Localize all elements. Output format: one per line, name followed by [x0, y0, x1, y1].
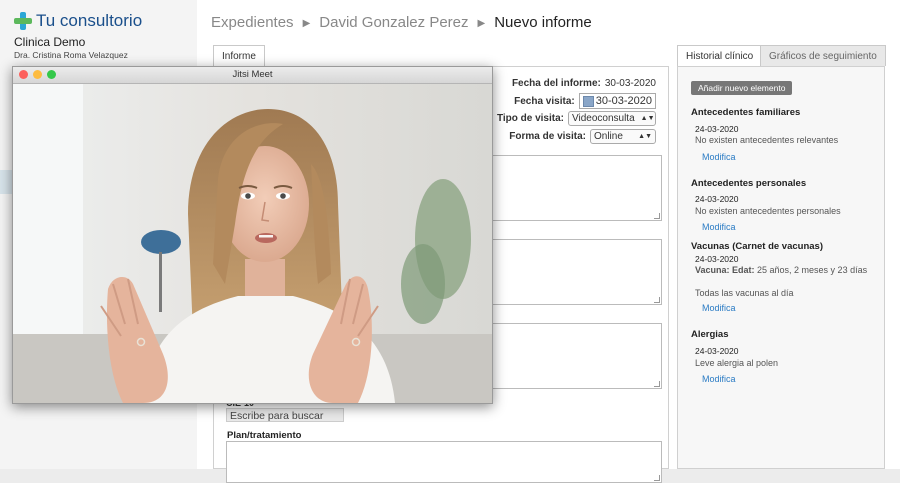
visit-mode-value: Online — [594, 130, 623, 142]
brand-logo[interactable]: Tu consultorio — [14, 11, 142, 31]
visit-type-label: Tipo de visita: — [496, 113, 564, 125]
clinic-name: Clinica Demo — [14, 35, 86, 49]
section-title: Antecedentes personales — [691, 178, 807, 189]
tab-informe[interactable]: Informe — [213, 45, 265, 67]
report-date-label: Fecha del informe: — [511, 78, 601, 90]
section-text: Leve alergia al polen — [695, 358, 779, 368]
visit-date-input[interactable]: 30-03-2020 — [578, 93, 656, 110]
chevron-right-icon: ▶ — [302, 18, 311, 29]
modify-link[interactable]: Modifica — [702, 222, 736, 232]
cie10-search-input[interactable]: Escribe para buscar — [226, 408, 344, 422]
breadcrumb-current: Nuevo informe — [494, 14, 592, 31]
jitsi-window[interactable]: Jitsi Meet — [12, 66, 493, 404]
visit-mode-label: Forma de visita: — [509, 130, 586, 142]
visit-mode-row: Forma de visita: Online ▲▼ — [497, 128, 656, 146]
jitsi-title-bar[interactable]: Jitsi Meet — [13, 67, 492, 84]
visit-type-select[interactable]: Videoconsulta ▲▼ — [568, 111, 656, 127]
calendar-icon[interactable] — [582, 95, 594, 107]
section-text: Vacuna: Edat: 25 años, 2 meses y 23 días — [695, 265, 870, 276]
select-arrows-icon: ▲▼ — [638, 132, 652, 140]
breadcrumb-patient[interactable]: David Gonzalez Perez — [319, 14, 468, 31]
video-participant-image — [13, 84, 492, 403]
modify-link[interactable]: Modifica — [702, 374, 736, 384]
section-date: 24-03-2020 — [695, 194, 739, 204]
breadcrumb: Expedientes ▶ David Gonzalez Perez ▶ Nuevo i… — [211, 14, 592, 31]
modify-link[interactable]: Modifica — [702, 152, 736, 162]
section-title: Antecedentes familiares — [691, 107, 801, 118]
brand-name: Tu consultorio — [36, 11, 143, 30]
plan-textarea[interactable] — [226, 441, 662, 483]
visit-date-value: 30-03-2020 — [595, 95, 652, 108]
medical-cross-icon — [14, 12, 32, 30]
select-arrows-icon: ▲▼ — [640, 115, 655, 123]
chevron-right-icon: ▶ — [477, 18, 486, 29]
plan-label: Plan/tratamiento — [227, 430, 302, 441]
report-date-value: 30-03-2020 — [604, 78, 656, 90]
report-date-row: Fecha del informe: 30-03-2020 — [497, 75, 656, 93]
vaccine-value: 25 años, 2 meses y 23 días — [754, 265, 868, 275]
visit-mode-select[interactable]: Online ▲▼ — [590, 128, 656, 144]
historial-panel: Añadir nuevo elemento Antecedentes famil… — [677, 66, 885, 469]
video-feed — [13, 84, 492, 403]
section-title: Alergias — [691, 329, 729, 340]
visit-date-label: Fecha visita: — [514, 95, 575, 107]
jitsi-window-title: Jitsi Meet — [232, 69, 273, 80]
section-date: 24-03-2020 — [695, 124, 739, 134]
add-element-button[interactable]: Añadir nuevo elemento — [691, 81, 793, 95]
section-date: 24-03-2020 — [695, 346, 739, 356]
visit-date-row: Fecha visita: 30-03-2020 — [497, 93, 656, 111]
tab-graficos-seguimiento[interactable]: Gráficos de seguimiento — [760, 45, 886, 66]
modify-link[interactable]: Modifica — [702, 303, 736, 313]
visit-fields: Fecha del informe: 30-03-2020 Fecha visi… — [497, 75, 656, 145]
sidebar-active-indicator — [0, 170, 12, 194]
vaccine-label: Vacuna: Edat: — [695, 265, 755, 275]
section-text: Todas las vacunas al día — [695, 288, 794, 298]
section-date: 24-03-2020 — [695, 254, 739, 264]
visit-type-row: Tipo de visita: Videoconsulta ▲▼ — [497, 110, 656, 128]
section-text: No existen antecedentes personales — [695, 206, 841, 216]
section-text: No existen antecedentes relevantes — [695, 135, 839, 145]
tab-historial-clinico[interactable]: Historial clínico — [677, 45, 763, 67]
visit-type-value: Videoconsulta — [572, 113, 635, 125]
section-title: Vacunas (Carnet de vacunas) — [691, 241, 823, 252]
breadcrumb-expedientes[interactable]: Expedientes — [211, 14, 294, 31]
doctor-name: Dra. Cristina Roma Velazquez — [14, 50, 128, 60]
